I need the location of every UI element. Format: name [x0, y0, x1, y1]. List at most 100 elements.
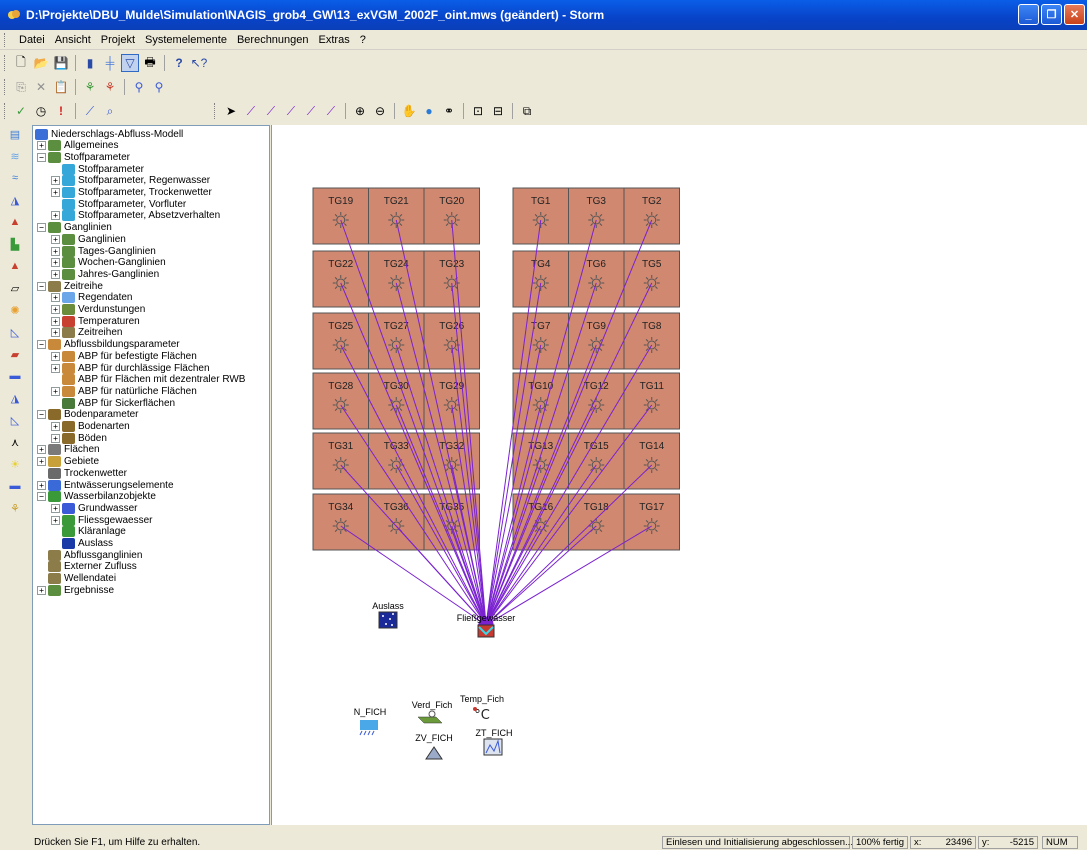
context-help-icon[interactable]: ↖?	[190, 54, 208, 72]
tree-item[interactable]: + Gebiete	[37, 456, 99, 468]
tree-item[interactable]: + Entwässerungselemente	[37, 479, 174, 491]
tree-item[interactable]: + Tages-Ganglinien	[51, 245, 156, 257]
system-canvas[interactable]: TG19 TG21 TG20 TG22 TG24 TG23 TG25 TG27 TG26 TG28…	[271, 125, 1087, 825]
document-icon[interactable]: ▮	[81, 54, 99, 72]
tree-item[interactable]: + Regendaten	[51, 292, 133, 304]
tree-item[interactable]: + Verdunstungen	[51, 304, 145, 316]
tree-collapse-icon[interactable]: −	[37, 152, 46, 162]
catchment-icon[interactable]: ✺	[4, 300, 26, 320]
tree-item[interactable]: + Temperaturen	[51, 315, 140, 327]
maximize-button[interactable]: ❐	[1041, 4, 1062, 25]
globe-icon[interactable]: ●	[420, 102, 438, 120]
export-icon[interactable]: ⊡	[469, 102, 487, 120]
element-green-icon[interactable]: ⚘	[81, 78, 99, 96]
tree-item[interactable]: Stoffparameter	[51, 163, 144, 175]
tree-expand-icon[interactable]: +	[51, 328, 60, 338]
connect-icon-2[interactable]: ⟋	[262, 102, 280, 120]
outlet-icon[interactable]: ▬	[4, 476, 26, 496]
soil-icon[interactable]: ▰	[4, 344, 26, 364]
tree-item[interactable]: Externer Zufluss	[37, 561, 137, 573]
abp-icon[interactable]: ▲	[4, 212, 26, 232]
rain-series-icon[interactable]: ≋	[4, 146, 26, 166]
tree-item[interactable]: + Grundwasser	[51, 502, 137, 514]
paste-icon[interactable]: 📋	[52, 78, 70, 96]
print-icon[interactable]: 🖶	[141, 54, 159, 72]
tree-collapse-icon[interactable]: −	[37, 340, 46, 350]
pan-hand-icon[interactable]: ✋	[400, 102, 418, 120]
area-icon[interactable]: ◮	[4, 190, 26, 210]
toolbar-grip-4[interactable]	[214, 103, 217, 119]
tree-expand-icon[interactable]: +	[51, 363, 60, 373]
tree-collapse-icon[interactable]: −	[37, 281, 46, 291]
tree-item[interactable]: ABP für Sickerflächen	[51, 397, 175, 409]
binoculars-icon[interactable]: ⚭	[440, 102, 458, 120]
delete-icon[interactable]: ✕	[32, 78, 50, 96]
tree-item[interactable]: + ABP für natürliche Flächen	[51, 385, 197, 397]
menu-berechnungen[interactable]: Berechnungen	[232, 34, 314, 46]
tree-expand-icon[interactable]: +	[51, 316, 60, 326]
rain-element-icon[interactable]: ▤	[4, 124, 26, 144]
tree-item[interactable]: + Fliessgewaesser	[51, 514, 152, 526]
tree-collapse-icon[interactable]: −	[37, 223, 46, 233]
connect-icon-1[interactable]: ⟋	[242, 102, 260, 120]
tree-expand-icon[interactable]: +	[51, 351, 60, 361]
tree-expand-icon[interactable]: +	[37, 480, 46, 490]
tree-expand-icon[interactable]: +	[51, 188, 60, 197]
abp-natural-icon[interactable]: ▙	[4, 234, 26, 254]
import-icon[interactable]: ⊟	[489, 102, 507, 120]
toolbar-grip-2[interactable]	[4, 79, 7, 95]
tree-item[interactable]: + ABP für befestigte Flächen	[51, 350, 197, 362]
save-icon[interactable]: 💾	[52, 54, 70, 72]
plant-icon[interactable]: ⚘	[4, 498, 26, 518]
tree-item[interactable]: Abflussganglinien	[37, 549, 142, 561]
river-icon[interactable]: ◺	[4, 410, 26, 430]
tree-expand-icon[interactable]: +	[51, 386, 60, 396]
connect-icon-4[interactable]: ⟋	[302, 102, 320, 120]
toolbar-grip-3[interactable]	[4, 103, 7, 119]
tree-expand-icon[interactable]: +	[51, 258, 60, 268]
close-button[interactable]: ✕	[1064, 4, 1085, 25]
tree-item[interactable]: + ABP für durchlässige Flächen	[51, 362, 210, 374]
tree-expand-icon[interactable]: +	[51, 211, 60, 221]
element-link-icon[interactable]: ⚲	[130, 78, 148, 96]
tree-item[interactable]: − Ganglinien	[37, 222, 112, 234]
tree-item[interactable]: + Zeitreihen	[51, 327, 122, 339]
tree-item[interactable]: − Wasserbilanzobjekte	[37, 491, 156, 503]
tree-expand-icon[interactable]: +	[51, 515, 60, 525]
tree-expand-icon[interactable]: +	[37, 457, 46, 467]
tree-expand-icon[interactable]: +	[51, 305, 60, 314]
groundwater-icon[interactable]: ▬	[4, 366, 26, 386]
menu-systemelemente[interactable]: Systemelemente	[140, 34, 232, 46]
open-folder-icon[interactable]: 📂	[32, 54, 50, 72]
menu-datei[interactable]: Datei	[14, 34, 50, 46]
menu-projekt[interactable]: Projekt	[96, 34, 140, 46]
snap-grid-icon[interactable]: ▽	[121, 54, 139, 72]
tree-item[interactable]: Niederschlags-Abfluss-Modell	[35, 128, 183, 140]
element-unlink-icon[interactable]: ⚲	[150, 78, 168, 96]
hydrograph-icon[interactable]: ◺	[4, 322, 26, 342]
connect-icon-3[interactable]: ⟋	[282, 102, 300, 120]
tree-expand-icon[interactable]: +	[51, 422, 60, 431]
pointer-icon[interactable]: ➤	[222, 102, 240, 120]
tree-collapse-icon[interactable]: −	[37, 410, 46, 420]
menu-grip[interactable]	[4, 33, 7, 47]
new-file-icon[interactable]: 🗋	[12, 54, 30, 72]
tree-item[interactable]: + Stoffparameter, Regenwasser	[51, 175, 210, 187]
tree-item[interactable]: + Allgemeines	[37, 140, 118, 152]
check-icon[interactable]: ✓	[12, 102, 30, 120]
toolbar-grip[interactable]	[4, 55, 7, 71]
tree-item[interactable]: + Jahres-Ganglinien	[51, 268, 159, 280]
menu-help[interactable]: ?	[355, 34, 371, 46]
tree-collapse-icon[interactable]: −	[37, 492, 46, 502]
tree-item[interactable]: + Bodenarten	[51, 421, 130, 433]
rfp-icon[interactable]: ▲	[4, 256, 26, 276]
tree-item[interactable]: Stoffparameter, Vorfluter	[51, 198, 186, 210]
clock-icon[interactable]: ◷	[32, 102, 50, 120]
tree-item[interactable]: − Bodenparameter	[37, 409, 139, 421]
zoom-out-icon[interactable]: ⊖	[371, 102, 389, 120]
evaporation-icon[interactable]: ≈	[4, 168, 26, 188]
channel-icon[interactable]: ◮	[4, 388, 26, 408]
sun-icon[interactable]: ☀	[4, 454, 26, 474]
minimize-button[interactable]: _	[1018, 4, 1039, 25]
tree-expand-icon[interactable]: +	[51, 433, 60, 443]
